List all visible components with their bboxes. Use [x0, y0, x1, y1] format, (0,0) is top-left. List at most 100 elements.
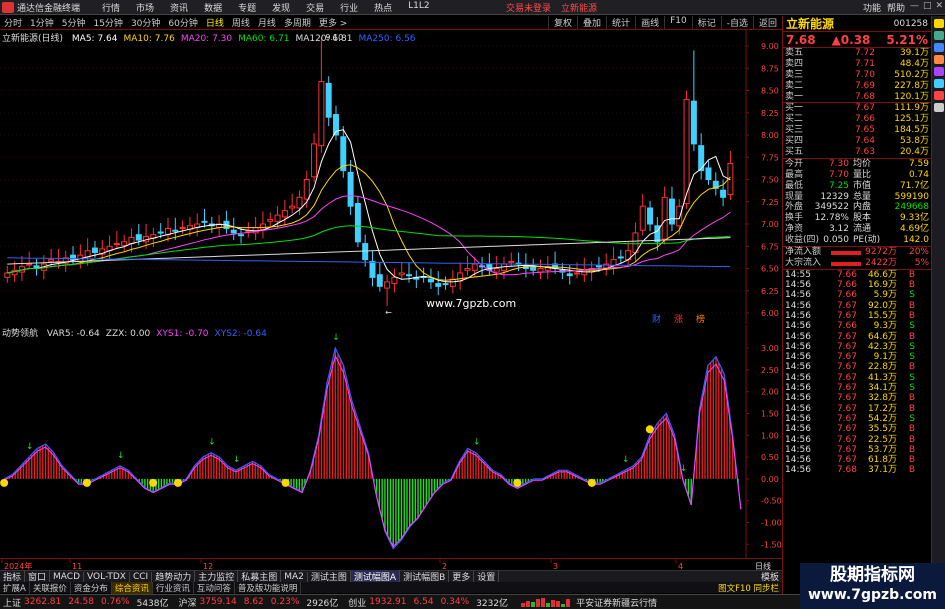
tool-button[interactable]: 标记 — [691, 16, 721, 29]
menu-item[interactable]: 交易 — [298, 1, 332, 14]
minimize-icon[interactable]: — — [910, 1, 919, 11]
period-tab[interactable]: 月线 — [254, 16, 280, 29]
stock-alert-link[interactable]: 立新能源 — [561, 1, 597, 14]
tick-row[interactable]: 14:56 7.68 37.1万 B — [783, 465, 931, 475]
tool-button[interactable]: -自选 — [720, 16, 753, 29]
tick-row[interactable]: 14:56 7.67 9.1万 S — [783, 352, 931, 362]
tick-row[interactable]: 14:56 7.67 35.5万 B — [783, 424, 931, 434]
tool-button[interactable]: 返回 — [752, 16, 782, 29]
grid-icon[interactable] — [933, 31, 944, 40]
period-tab-daily[interactable]: 日线 — [202, 16, 228, 29]
period-tab[interactable]: 周线 — [228, 16, 254, 29]
candlestick-chart[interactable]: 9.00 8.75 8.50 8.25 8.00 7.75 7.50 7.25 7.00 6.75… — [0, 30, 782, 325]
subtab[interactable]: 行业资讯 — [153, 581, 194, 594]
tick-row[interactable]: 14:56 7.67 17.2万 B — [783, 404, 931, 414]
menu-item[interactable]: 市场 — [128, 1, 162, 14]
menu-item[interactable]: 发现 — [264, 1, 298, 14]
candlestick-svg[interactable]: 9.00 8.75 8.50 8.25 8.00 7.75 7.50 7.25 7.00 6.75… — [0, 30, 782, 325]
order-level[interactable]: 卖四 7.71 48.4万 — [783, 59, 931, 70]
tab[interactable]: VOL-TDX — [84, 571, 130, 582]
period-tab[interactable]: 多周期 — [280, 16, 315, 29]
fire-icon[interactable] — [933, 55, 944, 64]
tick-row[interactable]: 14:56 7.66 16.9万 B — [783, 280, 931, 290]
tab[interactable]: MACD — [50, 571, 85, 582]
tick-row[interactable]: 14:56 7.67 41.3万 S — [783, 373, 931, 383]
tool-button[interactable]: 叠加 — [577, 16, 606, 29]
tick-list[interactable]: 14:55 7.66 46.6万 B 14:56 7.66 16.9万 B 14:56 7.66 5… — [783, 270, 931, 476]
order-level[interactable]: 卖三 7.70 510.2万 — [783, 70, 931, 81]
help-menu[interactable]: 帮助 — [887, 1, 905, 14]
tab[interactable]: CCI — [130, 571, 153, 582]
tick-row[interactable]: 14:56 7.67 34.1万 S — [783, 383, 931, 393]
settings-icon[interactable] — [933, 103, 944, 112]
star-icon[interactable] — [933, 91, 944, 100]
subtab[interactable]: 关联报价 — [30, 581, 71, 594]
indicator-svg[interactable]: 3.00 2.50 2.00 1.50 1.00 0.50 0.00 -0.50 -1.00 -1… — [0, 325, 782, 558]
sh-index-label[interactable]: 上证 — [3, 596, 21, 609]
period-tab[interactable]: 1分钟 — [26, 16, 58, 29]
bell-icon[interactable] — [933, 19, 944, 28]
order-level[interactable]: 买五 7.63 20.4万 — [783, 147, 931, 158]
order-level[interactable]: 卖二 7.69 227.8万 — [783, 81, 931, 92]
price-tick-label: 7.50 — [761, 176, 779, 185]
period-tab[interactable]: 30分钟 — [127, 16, 164, 29]
tick-row[interactable]: 14:56 7.67 61.8万 B — [783, 455, 931, 465]
tick-row[interactable]: 14:56 7.67 15.5万 B — [783, 311, 931, 321]
hs-index-label[interactable]: 沪深 — [179, 596, 197, 609]
tool-button[interactable]: F10 — [664, 16, 692, 29]
subtab-active[interactable]: 综合资讯 — [111, 581, 153, 594]
list-icon[interactable] — [933, 43, 944, 52]
tick-row[interactable]: 14:56 7.67 42.3万 S — [783, 342, 931, 352]
tick-row[interactable]: 14:56 7.66 5.9万 S — [783, 290, 931, 300]
tick-row[interactable]: 14:56 7.66 9.3万 S — [783, 321, 931, 331]
order-level[interactable]: 买一 7.67 111.9万 — [783, 103, 931, 114]
ma-value: MA10: 7.76 — [123, 34, 175, 44]
period-tab[interactable]: 60分钟 — [164, 16, 201, 29]
tick-row[interactable]: 14:56 7.67 32.8万 B — [783, 393, 931, 403]
tool-button[interactable]: 画线 — [635, 16, 664, 29]
rsi-icon[interactable] — [933, 79, 944, 88]
tick-row[interactable]: 14:56 7.67 64.6万 B — [783, 332, 931, 342]
order-level[interactable]: 买四 7.64 53.8万 — [783, 136, 931, 147]
menu-item[interactable]: 专题 — [230, 1, 264, 14]
order-level[interactable]: 买三 7.65 184.5万 — [783, 125, 931, 136]
tick-row[interactable]: 14:56 7.67 22.8万 B — [783, 362, 931, 372]
menu-item[interactable]: 热点 — [366, 1, 400, 14]
order-level[interactable]: 买二 7.66 125.1万 — [783, 114, 931, 125]
tab[interactable]: MA2 — [281, 571, 308, 582]
ma-info-line: 立新能源(日线) MA5: 7.64 MA10: 7.76 MA20: 7.30 MA… — [2, 31, 416, 44]
indicator-chart[interactable]: 3.00 2.50 2.00 1.50 1.00 0.50 0.00 -0.50 -1.00 -1… — [0, 325, 782, 558]
menu-item[interactable]: 行业 — [332, 1, 366, 14]
tick-row[interactable]: 14:56 7.67 54.2万 S — [783, 414, 931, 424]
subtab[interactable]: 互动问答 — [194, 581, 235, 594]
function-menu[interactable]: 功能 — [863, 1, 881, 14]
subtab[interactable]: 扩展A — [0, 581, 30, 594]
tick-price: 7.66 — [836, 280, 857, 291]
cy-index-label[interactable]: 创业 — [348, 596, 366, 609]
f10-sync-tab[interactable]: 图文F10 同步栏 — [715, 582, 782, 594]
period-more[interactable]: 更多 > — [315, 16, 351, 29]
subtab[interactable]: 普及版功能说明 — [235, 581, 302, 594]
tick-row[interactable]: 14:56 7.67 22.5万 B — [783, 435, 931, 445]
period-tab[interactable]: 15分钟 — [89, 16, 126, 29]
tool-button[interactable]: 复权 — [548, 16, 577, 29]
maximize-icon[interactable]: □ — [923, 1, 932, 11]
trade-login-link[interactable]: 交易未登录 — [506, 1, 551, 14]
tick-price: 7.67 — [836, 300, 857, 311]
order-level-volume: 120.1万 — [894, 91, 929, 102]
tick-row[interactable]: 14:56 7.67 53.7万 B — [783, 445, 931, 455]
chart-icon[interactable] — [933, 67, 944, 76]
menu-item[interactable]: 数据 — [196, 1, 230, 14]
menu-item[interactable]: L1L2 — [400, 1, 437, 14]
tool-button[interactable]: 统计 — [606, 16, 635, 29]
order-level[interactable]: 卖一 7.68 120.1万 — [783, 92, 931, 103]
close-icon[interactable]: ✕ — [935, 1, 943, 11]
menu-item[interactable]: 行情 — [94, 1, 128, 14]
tick-row[interactable]: 14:56 7.67 92.0万 B — [783, 301, 931, 311]
period-tab[interactable]: 分时 — [0, 16, 26, 29]
tick-row[interactable]: 14:55 7.66 46.6万 B — [783, 270, 931, 280]
period-tab[interactable]: 5分钟 — [58, 16, 90, 29]
menu-item[interactable]: 资讯 — [162, 1, 196, 14]
subtab[interactable]: 资金分布 — [71, 581, 112, 594]
order-level[interactable]: 卖五 7.72 39.1万 — [783, 48, 931, 59]
